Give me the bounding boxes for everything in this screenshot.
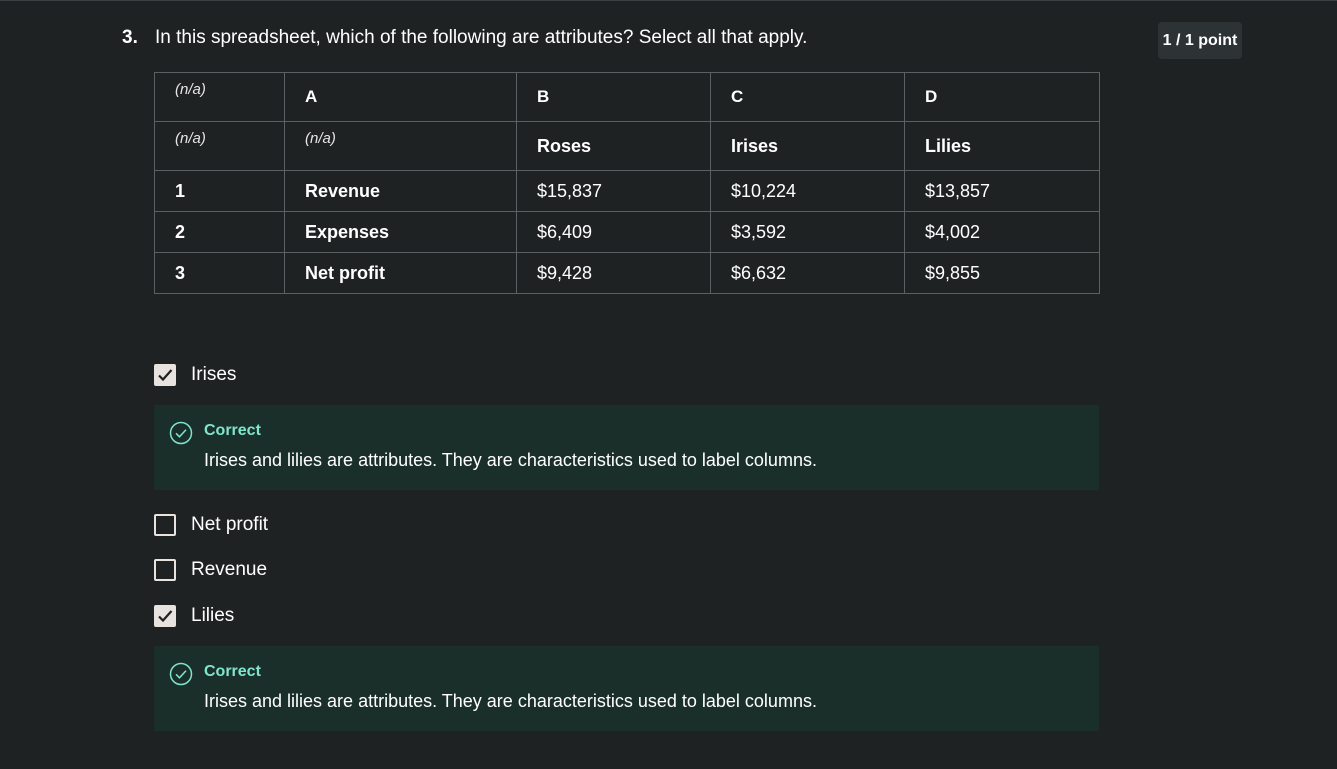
check-icon [158,610,173,623]
feedback-text: Irises and lilies are attributes. They a… [204,691,817,711]
table-cell: $6,632 [710,252,905,294]
option-label: Net profit [191,514,269,535]
table-cell: $10,224 [710,170,905,212]
table-row: 2 Expenses $6,409 $3,592 $4,002 [154,211,1100,253]
table-cell: D [904,72,1100,122]
table-cell: (n/a) [154,72,285,122]
table-cell: $9,428 [516,252,711,294]
table-row: (n/a) A B C D [154,72,1100,122]
option-label: Irises [191,364,237,385]
points-badge: 1 / 1 point [1158,22,1242,59]
question-number: 3. [122,27,138,48]
table-cell: Net profit [284,252,517,294]
table-cell: 3 [154,252,285,294]
feedback-title: Correct [204,422,261,439]
option-net-profit[interactable]: Net profit [154,513,268,537]
table-cell: $13,857 [904,170,1100,212]
table-cell: $6,409 [516,211,711,253]
checkbox-net-profit[interactable] [154,514,176,536]
table-row: 3 Net profit $9,428 $6,632 $9,855 [154,252,1100,294]
table-cell: Expenses [284,211,517,253]
table-cell: 2 [154,211,285,253]
option-label: Lilies [191,605,235,626]
table-cell: Lilies [904,121,1100,171]
feedback-title: Correct [204,663,261,680]
option-irises[interactable]: Irises [154,363,236,387]
table-cell: $15,837 [516,170,711,212]
option-revenue[interactable]: Revenue [154,558,267,582]
feedback-text: Irises and lilies are attributes. They a… [204,450,817,470]
table-cell: A [284,72,517,122]
checkbox-lilies[interactable] [154,605,176,627]
table-row: 1 Revenue $15,837 $10,224 $13,857 [154,170,1100,212]
feedback-correct: Correct Irises and lilies are attributes… [154,405,1099,490]
table-cell: $9,855 [904,252,1100,294]
top-divider [0,0,1337,1]
option-lilies[interactable]: Lilies [154,604,234,628]
table-cell: 1 [154,170,285,212]
option-label: Revenue [191,559,268,580]
table-row: (n/a) (n/a) Roses Irises Lilies [154,121,1100,171]
table-cell: (n/a) [154,121,285,171]
table-cell: Irises [710,121,905,171]
spreadsheet-table: (n/a) A B C D (n/a) (n/a) Roses Irises L… [154,72,1100,294]
checkbox-irises[interactable] [154,364,176,386]
table-cell: B [516,72,711,122]
table-cell: C [710,72,905,122]
table-cell: (n/a) [284,121,517,171]
table-cell: Roses [516,121,711,171]
feedback-correct: Correct Irises and lilies are attributes… [154,646,1099,731]
question-text: In this spreadsheet, which of the follow… [155,27,808,48]
check-icon [158,369,173,382]
checkbox-revenue[interactable] [154,559,176,581]
table-cell: Revenue [284,170,517,212]
table-cell: $4,002 [904,211,1100,253]
table-cell: $3,592 [710,211,905,253]
check-circle-icon [169,662,193,686]
check-circle-icon [169,421,193,445]
